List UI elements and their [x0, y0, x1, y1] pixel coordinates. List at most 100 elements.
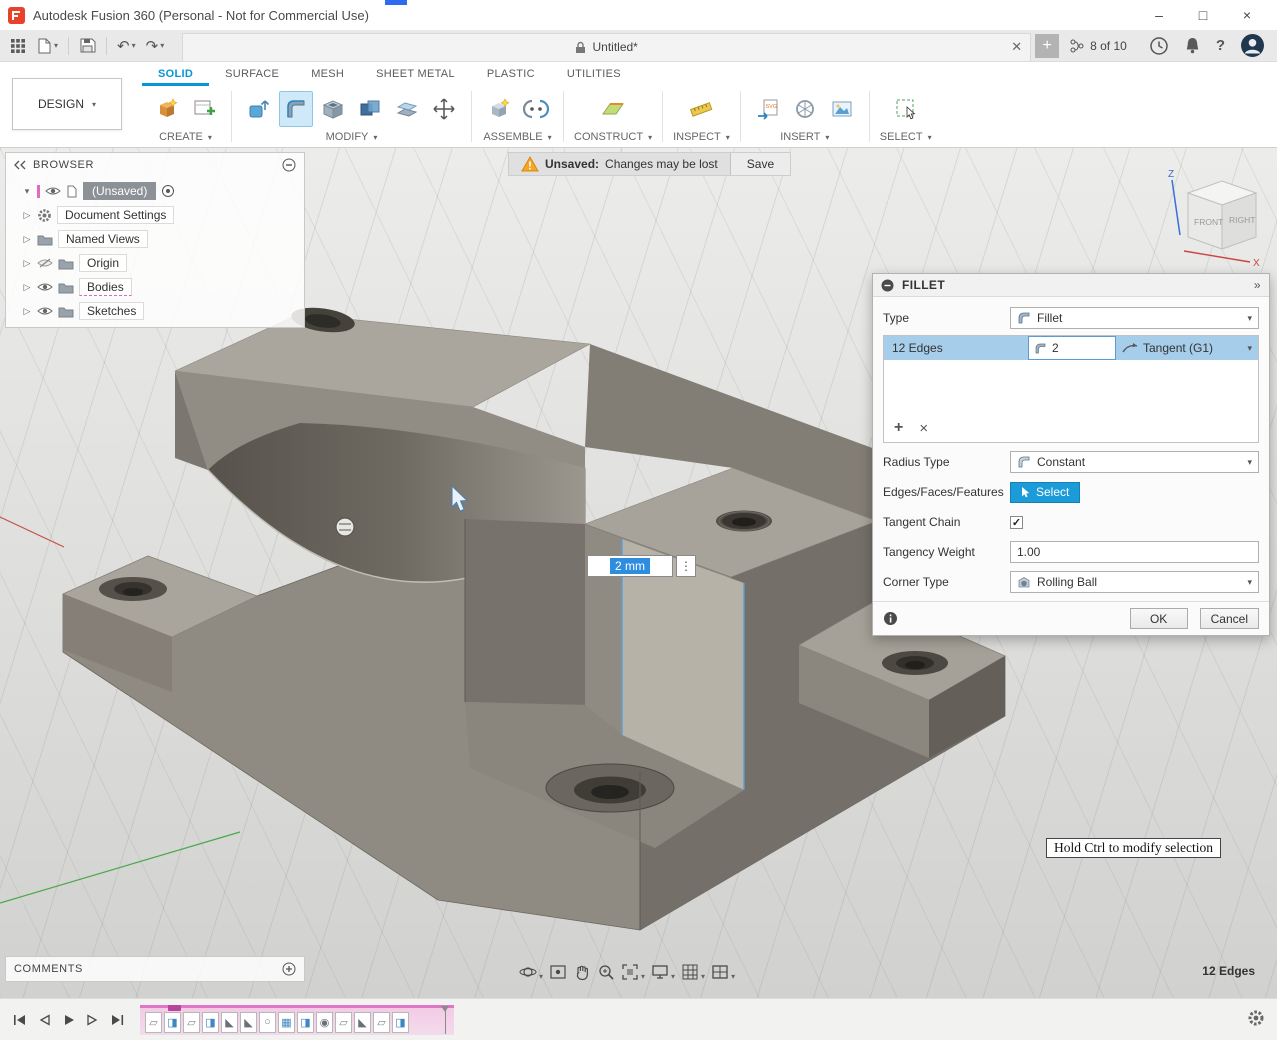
group-assemble-menu[interactable]: ASSEMBLE▾ [483, 131, 551, 143]
info-icon[interactable] [883, 611, 898, 626]
model-3d[interactable] [63, 304, 1005, 930]
visibility-eye-icon[interactable] [37, 281, 53, 293]
browser-item-bodies[interactable]: ▷ Bodies [6, 275, 304, 299]
tab-close-icon[interactable]: ✕ [1011, 39, 1022, 55]
group-insert-menu[interactable]: INSERT▾ [780, 131, 829, 143]
timeline-settings-button[interactable] [1247, 1009, 1265, 1027]
timeline-feature-chamfer-icon[interactable]: ◣ [354, 1012, 371, 1033]
save-button[interactable] [75, 33, 100, 59]
tab-plastic[interactable]: PLASTIC [471, 62, 551, 86]
visibility-eye-icon[interactable] [37, 305, 53, 317]
orbit-button[interactable]: ▾ [518, 962, 544, 982]
timeline-playhead[interactable] [441, 1006, 450, 1034]
browser-item-origin[interactable]: ▷ Origin [6, 251, 304, 275]
type-dropdown[interactable]: Fillet ▾ [1010, 307, 1259, 329]
fillet-tool-button[interactable] [279, 91, 313, 127]
browser-item-named-views[interactable]: ▷ Named Views [6, 227, 304, 251]
version-status[interactable]: 8 of 10 [1059, 38, 1137, 54]
close-button[interactable]: × [1225, 0, 1269, 30]
tab-solid[interactable]: SOLID [142, 62, 209, 86]
timeline-feature-sketch-icon[interactable]: ▱ [145, 1012, 162, 1033]
timeline-feature-chamfer-icon[interactable]: ◣ [240, 1012, 257, 1033]
view-cube[interactable]: Z FRONT RIGHT X [1150, 163, 1265, 268]
expand-caret-icon[interactable]: ▷ [22, 282, 32, 293]
group-inspect-menu[interactable]: INSPECT▾ [673, 131, 730, 143]
create-sketch-button[interactable] [187, 91, 221, 127]
redo-button[interactable]: ↷▾ [142, 33, 169, 59]
save-link[interactable]: Save [730, 153, 790, 175]
grid-settings-button[interactable]: ▾ [680, 962, 706, 982]
play-button[interactable] [62, 1013, 75, 1027]
timeline-feature-extrude-icon[interactable]: ◨ [164, 1012, 181, 1033]
timeline-feature-hole-icon[interactable]: ◉ [316, 1012, 333, 1033]
expand-caret-icon[interactable]: ▾ [22, 186, 32, 197]
app-grid-button[interactable] [6, 33, 30, 59]
job-status-button[interactable] [1149, 36, 1169, 56]
press-pull-button[interactable] [242, 91, 276, 127]
insert-mesh-button[interactable] [788, 91, 822, 127]
dialog-overflow-icon[interactable]: » [1254, 278, 1261, 292]
remove-selection-button[interactable]: × [919, 420, 928, 437]
browser-item-root[interactable]: ▾ (Unsaved) [6, 179, 304, 203]
selection-edge-count[interactable]: 12 Edges [884, 336, 1028, 360]
timeline-feature-sketch-icon[interactable]: ▱ [335, 1012, 352, 1033]
timeline-feature-chamfer-icon[interactable]: ◣ [221, 1012, 238, 1033]
file-menu-button[interactable]: ▾ [32, 33, 62, 59]
select-tool-button[interactable] [889, 91, 923, 127]
tangency-weight-input[interactable] [1010, 541, 1259, 563]
timeline-feature-extrude-icon[interactable]: ◨ [202, 1012, 219, 1033]
expand-caret-icon[interactable]: ▷ [22, 210, 32, 221]
step-forward-button[interactable] [86, 1013, 99, 1027]
tab-utilities[interactable]: UTILITIES [551, 62, 637, 86]
help-button[interactable]: ? [1216, 37, 1225, 54]
maximize-button[interactable]: □ [1181, 0, 1225, 30]
cancel-button[interactable]: Cancel [1200, 608, 1259, 629]
timeline-feature-extrude-icon[interactable]: ◨ [392, 1012, 409, 1033]
notifications-button[interactable] [1184, 36, 1201, 55]
activate-component-icon[interactable] [161, 184, 175, 198]
move-copy-button[interactable] [427, 91, 461, 127]
tab-surface[interactable]: SURFACE [209, 62, 295, 86]
new-tab-button[interactable]: + [1035, 34, 1059, 58]
add-selection-button[interactable]: + [894, 419, 903, 437]
visibility-off-icon[interactable] [37, 257, 53, 269]
expand-caret-icon[interactable]: ▷ [22, 234, 32, 245]
continuity-dropdown[interactable]: Tangent (G1) ▾ [1116, 336, 1258, 360]
viewports-button[interactable]: ▾ [710, 962, 736, 982]
tab-mesh[interactable]: MESH [295, 62, 360, 86]
timeline-feature-sketch-icon[interactable]: ▱ [373, 1012, 390, 1033]
combine-button[interactable] [353, 91, 387, 127]
fillet-dialog-header[interactable]: FILLET » [873, 274, 1269, 297]
viewport[interactable]: BROWSER ▾ (Unsaved) ▷ Document Sett [0, 148, 1277, 998]
corner-type-dropdown[interactable]: Rolling Ball ▾ [1010, 571, 1259, 593]
expand-caret-icon[interactable]: ▷ [22, 258, 32, 269]
add-comment-icon[interactable] [282, 962, 296, 976]
timeline-feature-sketch-icon[interactable]: ▱ [183, 1012, 200, 1033]
insert-svg-button[interactable]: SVG [751, 91, 785, 127]
visibility-eye-icon[interactable] [45, 185, 61, 197]
collapse-dialog-icon[interactable] [881, 279, 894, 292]
radius-value-field[interactable]: 2 [1028, 336, 1116, 360]
collapse-panel-icon[interactable] [14, 160, 26, 170]
measure-button[interactable] [684, 91, 718, 127]
timeline-feature-pattern-icon[interactable]: ▦ [278, 1012, 295, 1033]
document-tab[interactable]: Untitled* ✕ [182, 33, 1031, 61]
browser-item-document-settings[interactable]: ▷ Document Settings [6, 203, 304, 227]
workspace-switcher[interactable]: DESIGN ▾ [12, 78, 122, 130]
construct-plane-button[interactable] [596, 91, 630, 127]
offset-face-button[interactable] [390, 91, 424, 127]
new-component-button[interactable] [482, 91, 516, 127]
expand-caret-icon[interactable]: ▷ [22, 306, 32, 317]
zoom-button[interactable] [596, 962, 616, 982]
display-settings-button[interactable]: ▾ [650, 962, 676, 982]
undo-button[interactable]: ↶▾ [113, 33, 140, 59]
group-construct-menu[interactable]: CONSTRUCT▾ [574, 131, 652, 143]
timeline-feature-circle-icon[interactable]: ○ [259, 1012, 276, 1033]
timeline-feature-extrude-icon[interactable]: ◨ [297, 1012, 314, 1033]
minimize-button[interactable]: – [1137, 0, 1181, 30]
timeline-track[interactable]: ▱◨▱◨◣◣○▦◨◉▱◣▱◨ [140, 1005, 454, 1035]
joint-button[interactable] [519, 91, 553, 127]
select-edges-button[interactable]: Select [1010, 482, 1080, 503]
insert-canvas-button[interactable] [825, 91, 859, 127]
root-item-label[interactable]: (Unsaved) [83, 182, 156, 200]
